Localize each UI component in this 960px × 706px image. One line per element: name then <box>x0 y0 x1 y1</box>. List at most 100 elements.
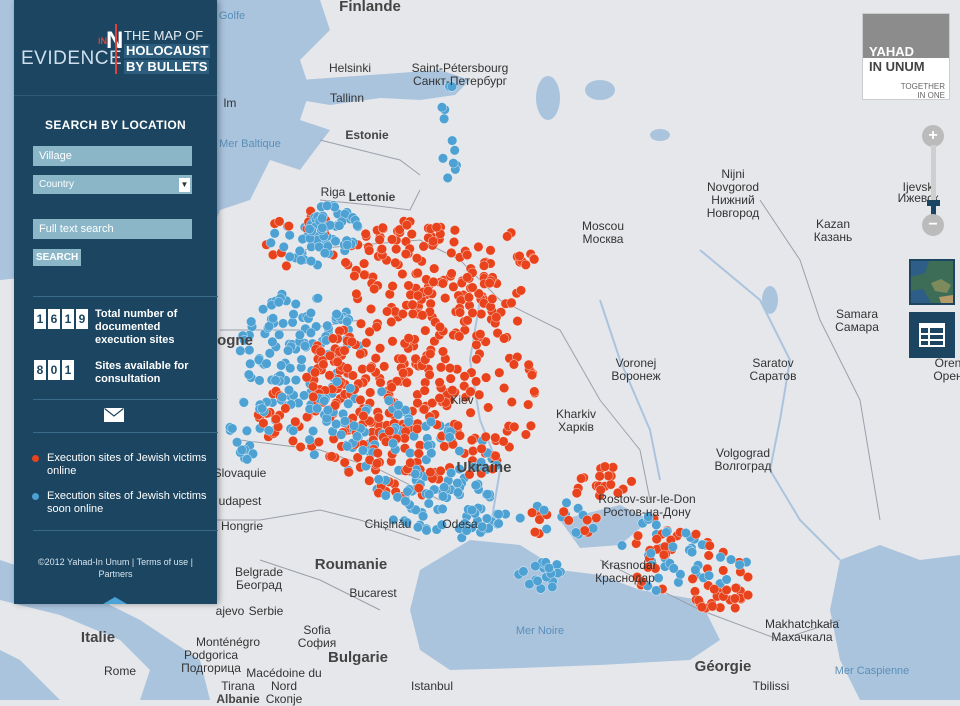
execution-site-marker[interactable] <box>442 172 453 183</box>
execution-site-marker[interactable] <box>384 426 395 437</box>
evidence-logo[interactable]: EVIDENCE iN N THE MAP OF HOLOCAUST BY BU… <box>14 0 217 96</box>
execution-site-marker[interactable] <box>742 589 754 601</box>
execution-site-marker[interactable] <box>454 331 465 342</box>
execution-site-marker[interactable] <box>459 371 470 382</box>
execution-site-marker[interactable] <box>730 602 741 614</box>
execution-site-marker[interactable] <box>331 309 342 320</box>
execution-site-marker[interactable] <box>327 333 339 344</box>
execution-site-marker[interactable] <box>290 298 301 310</box>
execution-site-marker[interactable] <box>304 434 315 445</box>
execution-site-marker[interactable] <box>365 363 376 374</box>
execution-site-marker[interactable] <box>707 601 718 612</box>
execution-site-marker[interactable] <box>400 248 412 260</box>
execution-site-marker[interactable] <box>696 601 708 613</box>
execution-site-marker[interactable] <box>423 498 434 509</box>
execution-site-marker[interactable] <box>718 565 729 576</box>
terms-link[interactable]: Terms of use <box>137 557 189 567</box>
execution-site-marker[interactable] <box>254 375 265 386</box>
execution-site-marker[interactable] <box>425 348 436 359</box>
execution-site-marker[interactable] <box>651 533 662 545</box>
execution-site-marker[interactable] <box>425 467 436 478</box>
execution-site-marker[interactable] <box>379 361 390 372</box>
execution-site-marker[interactable] <box>308 425 319 437</box>
execution-site-marker[interactable] <box>319 395 330 406</box>
execution-site-marker[interactable] <box>308 391 319 403</box>
execution-site-marker[interactable] <box>336 429 347 440</box>
execution-site-marker[interactable] <box>400 496 411 507</box>
execution-site-marker[interactable] <box>428 276 439 288</box>
execution-site-marker[interactable] <box>526 369 538 381</box>
execution-site-marker[interactable] <box>274 216 285 227</box>
execution-site-marker[interactable] <box>467 282 478 293</box>
execution-site-marker[interactable] <box>703 570 715 581</box>
execution-site-marker[interactable] <box>482 489 493 500</box>
execution-site-marker[interactable] <box>306 256 317 267</box>
execution-site-marker[interactable] <box>467 307 478 319</box>
execution-site-marker[interactable] <box>515 285 527 296</box>
execution-site-marker[interactable] <box>570 527 582 538</box>
execution-site-marker[interactable] <box>326 451 337 462</box>
execution-site-marker[interactable] <box>582 514 593 526</box>
execution-site-marker[interactable] <box>264 348 275 359</box>
execution-site-marker[interactable] <box>319 248 331 259</box>
execution-site-marker[interactable] <box>358 410 369 422</box>
execution-site-marker[interactable] <box>346 336 357 347</box>
execution-site-marker[interactable] <box>317 222 328 233</box>
execution-site-marker[interactable] <box>304 224 315 235</box>
execution-site-marker[interactable] <box>393 409 404 420</box>
execution-site-marker[interactable] <box>401 377 412 388</box>
execution-site-marker[interactable] <box>448 158 459 169</box>
execution-site-marker[interactable] <box>463 292 475 303</box>
execution-site-marker[interactable] <box>277 392 288 403</box>
envelope-icon[interactable] <box>104 408 124 422</box>
execution-site-marker[interactable] <box>406 229 417 240</box>
execution-site-marker[interactable] <box>487 293 498 305</box>
execution-site-marker[interactable] <box>435 362 447 373</box>
execution-site-marker[interactable] <box>312 293 324 304</box>
chevron-down-icon[interactable]: ▼ <box>179 178 190 192</box>
execution-site-marker[interactable] <box>452 478 463 489</box>
execution-site-marker[interactable] <box>420 325 431 336</box>
execution-site-marker[interactable] <box>579 525 590 536</box>
execution-site-marker[interactable] <box>499 382 510 394</box>
execution-site-marker[interactable] <box>339 457 350 468</box>
execution-site-marker[interactable] <box>227 423 238 434</box>
execution-site-marker[interactable] <box>407 299 418 310</box>
execution-site-marker[interactable] <box>529 254 540 265</box>
execution-site-marker[interactable] <box>520 429 532 440</box>
execution-site-marker[interactable] <box>484 278 495 289</box>
execution-site-marker[interactable] <box>398 367 409 379</box>
execution-site-marker[interactable] <box>454 307 466 318</box>
execution-site-marker[interactable] <box>418 241 429 252</box>
execution-site-marker[interactable] <box>465 407 476 418</box>
execution-site-marker[interactable] <box>591 512 602 524</box>
execution-site-marker[interactable] <box>680 527 692 539</box>
execution-site-marker[interactable] <box>261 358 272 369</box>
execution-site-marker[interactable] <box>561 497 572 508</box>
execution-site-marker[interactable] <box>616 540 628 551</box>
execution-site-marker[interactable] <box>626 476 637 487</box>
execution-site-marker[interactable] <box>558 506 569 517</box>
execution-site-marker[interactable] <box>734 559 745 570</box>
execution-site-marker[interactable] <box>339 345 350 356</box>
execution-site-marker[interactable] <box>446 247 457 258</box>
execution-site-marker[interactable] <box>426 448 437 459</box>
execution-site-marker[interactable] <box>380 490 391 501</box>
execution-site-marker[interactable] <box>375 343 386 354</box>
execution-site-marker[interactable] <box>462 272 473 283</box>
execution-site-marker[interactable] <box>651 519 662 531</box>
execution-site-marker[interactable] <box>645 548 657 559</box>
execution-site-marker[interactable] <box>475 329 486 340</box>
execution-site-marker[interactable] <box>403 333 414 344</box>
execution-site-marker[interactable] <box>284 230 295 241</box>
execution-site-marker[interactable] <box>446 467 457 479</box>
execution-site-marker[interactable] <box>721 574 732 585</box>
execution-site-marker[interactable] <box>444 363 456 374</box>
execution-site-marker[interactable] <box>245 358 256 369</box>
execution-site-marker[interactable] <box>305 327 317 338</box>
execution-site-marker[interactable] <box>690 529 702 540</box>
execution-site-marker[interactable] <box>418 511 429 522</box>
execution-site-marker[interactable] <box>357 445 369 456</box>
execution-site-marker[interactable] <box>407 308 419 319</box>
execution-site-marker[interactable] <box>301 372 312 383</box>
